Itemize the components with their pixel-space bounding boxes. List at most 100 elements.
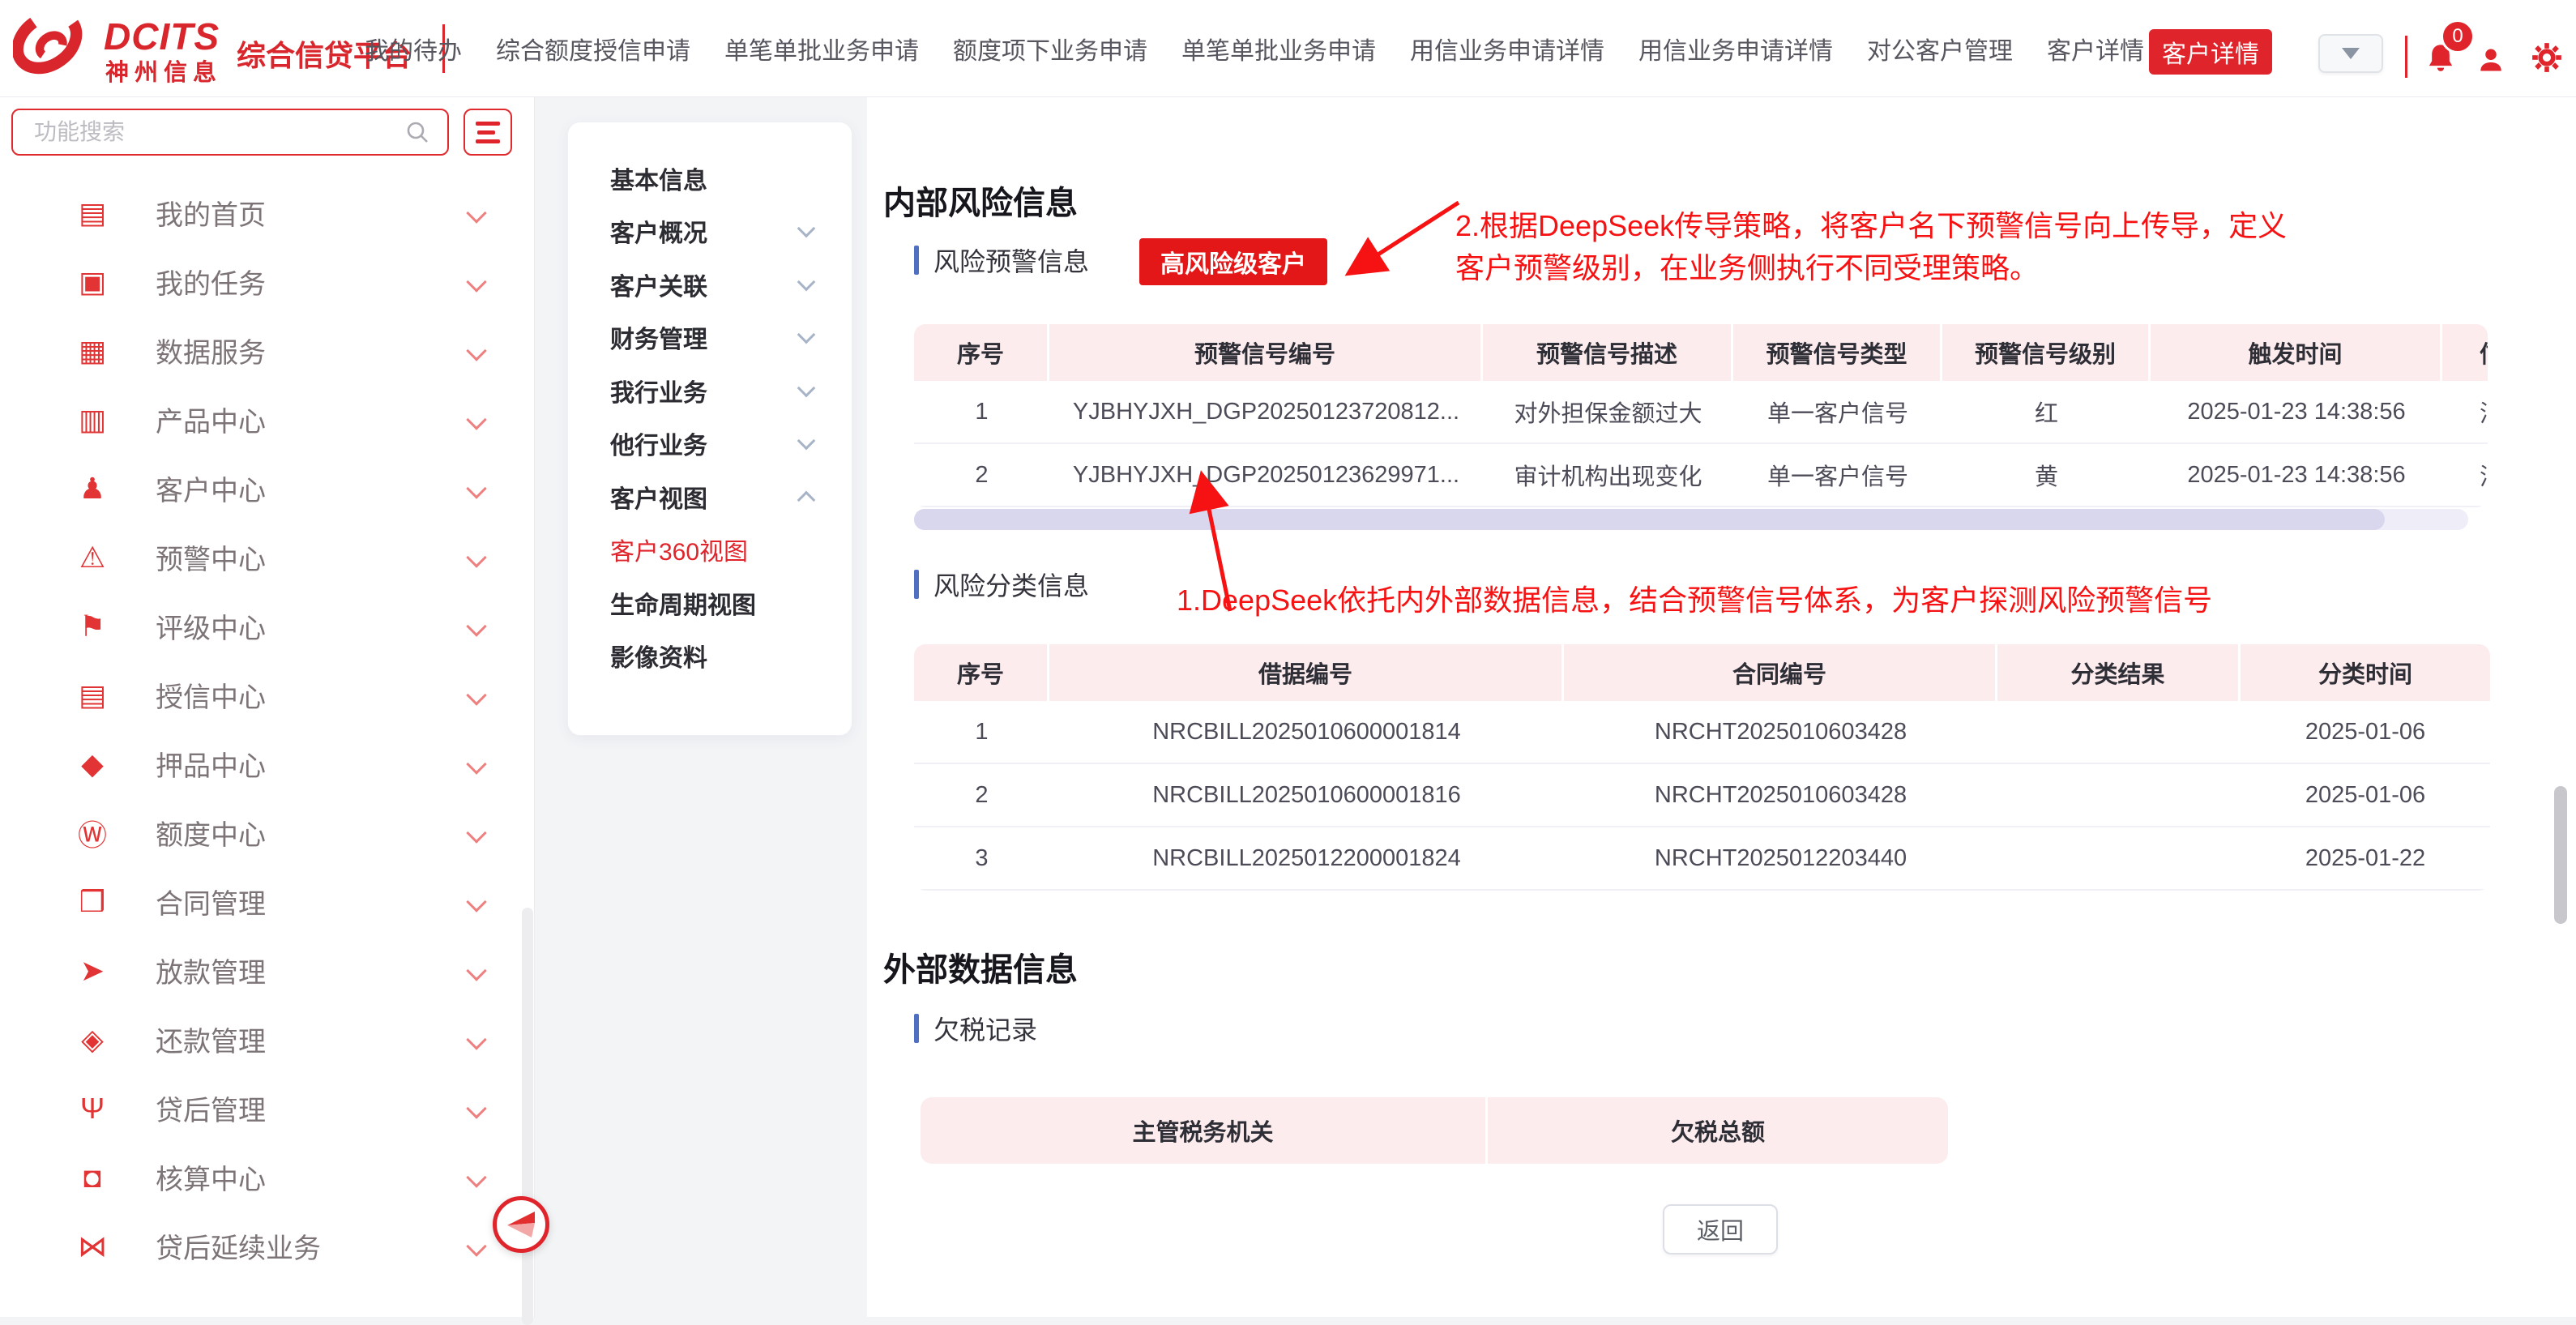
topnav-item[interactable]: 单笔单批业务申请 xyxy=(1181,31,1376,66)
tax-section-header: 欠税记录 xyxy=(914,1010,1037,1047)
sidebar-item[interactable]: Ψ贷后管理 xyxy=(0,1074,534,1143)
submenu-item-label: 客户视图 xyxy=(610,479,707,515)
sidebar-item[interactable]: ❒合同管理 xyxy=(0,867,534,936)
sidebar-item[interactable]: ◘ 核算中心 xyxy=(0,1143,534,1212)
sidebar-item[interactable]: ➤放款管理 xyxy=(0,936,534,1005)
chevron-down-icon xyxy=(466,823,486,843)
submenu-item[interactable]: 客户视图 xyxy=(568,470,852,524)
sidebar-item[interactable]: ♟客户中心 xyxy=(0,454,534,523)
submenu-item[interactable]: 基本信息 xyxy=(568,152,852,205)
submenu-item[interactable]: 客户概况 xyxy=(568,205,852,259)
sidebar-item-label: 数据服务 xyxy=(156,331,266,370)
sidebar-item[interactable]: ◈还款管理 xyxy=(0,1005,534,1074)
submenu-item[interactable]: 他行业务 xyxy=(568,417,852,471)
active-tab-customer-detail[interactable]: 客户详情 xyxy=(2149,29,2272,75)
tab-dropdown-button[interactable] xyxy=(2318,34,2383,73)
topnav-item[interactable]: 单笔单批业务申请 xyxy=(724,31,919,66)
chevron-down-icon xyxy=(466,340,486,361)
table-cell: 审计机构出现变化 xyxy=(1483,444,1733,506)
submenu-item[interactable]: 影像资料 xyxy=(568,630,852,683)
notification-count-badge: 0 xyxy=(2441,19,2475,53)
table-cell: 1 xyxy=(914,381,1049,442)
header-divider xyxy=(2405,36,2407,78)
map-icon: ▥ xyxy=(63,403,122,437)
search-input[interactable] xyxy=(13,118,405,146)
topnav-item[interactable]: 综合额度授信申请 xyxy=(496,31,690,66)
sidebar-item-label: 核算中心 xyxy=(156,1157,266,1197)
column-header: 序号 xyxy=(914,644,1049,701)
external-data-title: 外部数据信息 xyxy=(883,943,1078,990)
sidebar-item-label: 评级中心 xyxy=(156,606,266,646)
sidebar-item[interactable]: ▥产品中心 xyxy=(0,385,534,454)
settings-gear-icon[interactable] xyxy=(2531,42,2562,77)
submenu-item-label: 我行业务 xyxy=(610,373,707,408)
column-header: 分类结果 xyxy=(1997,644,2241,701)
submenu-item[interactable]: 客户关联 xyxy=(568,258,852,311)
horizontal-scrollbar-thumb[interactable] xyxy=(914,509,2385,530)
sidebar-item[interactable]: Ⓦ额度中心 xyxy=(0,798,534,867)
sidebar-item[interactable]: ⋈贷后延续业务 xyxy=(0,1212,534,1280)
credit-card-icon: ▤ xyxy=(63,678,122,712)
handbag-icon: ◘ xyxy=(63,1160,122,1195)
topnav-item[interactable]: 客户详情 xyxy=(2047,31,2144,66)
sidebar-item[interactable]: ▤我的首页 xyxy=(0,178,534,247)
sidebar-item[interactable]: ▤授信中心 xyxy=(0,660,534,729)
user-profile-icon[interactable] xyxy=(2476,45,2506,79)
submenu-item[interactable]: 生命周期视图 xyxy=(568,576,852,630)
chevron-down-icon xyxy=(466,271,486,292)
flag-icon: ⚑ xyxy=(63,609,122,643)
search-icon[interactable] xyxy=(405,120,429,144)
chevron-down-icon xyxy=(466,409,486,430)
column-header: 序号 xyxy=(914,324,1049,381)
sidebar-item[interactable]: ⚑ 评级中心 xyxy=(0,592,534,660)
annotation-detect: 1.DeepSeek依托内外部数据信息，结合预警信号体系，为客户探测风险预警信号 xyxy=(1177,577,2212,619)
utensils-icon: Ψ xyxy=(63,1092,122,1126)
sidebar-collapse-button[interactable] xyxy=(493,1196,549,1253)
sidebar-item[interactable]: ▣我的任务 xyxy=(0,247,534,316)
topnav-menu: 我的待办综合额度授信申请单笔单批业务申请额度项下业务申请单笔单批业务申请用信业务… xyxy=(365,0,2144,97)
sidebar-item[interactable]: ▦数据服务 xyxy=(0,316,534,385)
chevron-up-icon xyxy=(797,490,816,509)
briefcase-icon: ▣ xyxy=(63,265,122,299)
chevron-down-icon xyxy=(466,1236,486,1256)
top-navigation-bar: DCITS 神州信息 综合信贷平台 我的待办综合额度授信申请单笔单批业务申请额度… xyxy=(0,0,2576,97)
back-button[interactable]: 返回 xyxy=(1663,1204,1778,1254)
table-cell: NRCHT2025010603428 xyxy=(1564,764,1997,826)
submenu-item[interactable]: 我行业务 xyxy=(568,364,852,417)
risk-class-section-header: 风险分类信息 xyxy=(914,566,1089,603)
chevron-down-icon xyxy=(466,1029,486,1049)
alert-icon: ⚠ xyxy=(63,541,122,575)
topnav-item[interactable]: 对公客户管理 xyxy=(1867,31,2013,66)
submenu-item[interactable]: 财务管理 xyxy=(568,311,852,365)
submenu-item-label: 他行业务 xyxy=(610,425,707,461)
sidebar-item[interactable]: ◆押品中心 xyxy=(0,729,534,798)
column-header: 主管税务机关 xyxy=(921,1097,1488,1164)
folder-icon: ❒ xyxy=(63,885,122,919)
chevron-down-icon xyxy=(466,754,486,774)
sidebar-item-label: 我的首页 xyxy=(156,193,266,233)
submenu-item-label: 财务管理 xyxy=(610,319,707,355)
annotation-arrow-to-badge xyxy=(1337,190,1475,288)
section-bar xyxy=(914,1014,919,1043)
page-vertical-scrollbar[interactable] xyxy=(2554,786,2567,924)
submenu-item[interactable]: 客户360视图 xyxy=(568,524,852,577)
quota-doc-icon: Ⓦ xyxy=(63,812,122,854)
chevron-down-icon xyxy=(466,960,486,981)
user-icon: ♟ xyxy=(63,472,122,506)
table-cell: NRCBILL2025012200001824 xyxy=(1049,827,1564,889)
table-cell: 1 xyxy=(914,701,1049,763)
sidebar-scrollbar[interactable] xyxy=(522,908,533,1325)
topnav-item[interactable]: 用信业务申请详情 xyxy=(1410,31,1604,66)
topnav-item[interactable]: 用信业务申请详情 xyxy=(1638,31,1833,66)
bag-icon: ◆ xyxy=(63,747,122,781)
topnav-item[interactable]: 额度项下业务申请 xyxy=(953,31,1147,66)
topnav-item[interactable]: 我的待办 xyxy=(365,31,462,66)
submenu-item-label: 客户360视图 xyxy=(610,532,748,567)
horizontal-scrollbar[interactable] xyxy=(914,509,2468,530)
chevron-down-icon xyxy=(466,547,486,567)
table-cell: 红 xyxy=(1942,381,2151,442)
menu-collapse-icon[interactable] xyxy=(464,109,512,156)
table-cell: NRCHT2025010603428 xyxy=(1564,701,1997,763)
collapse-arrow-icon xyxy=(506,1212,536,1237)
sidebar-item[interactable]: ⚠预警中心 xyxy=(0,523,534,592)
